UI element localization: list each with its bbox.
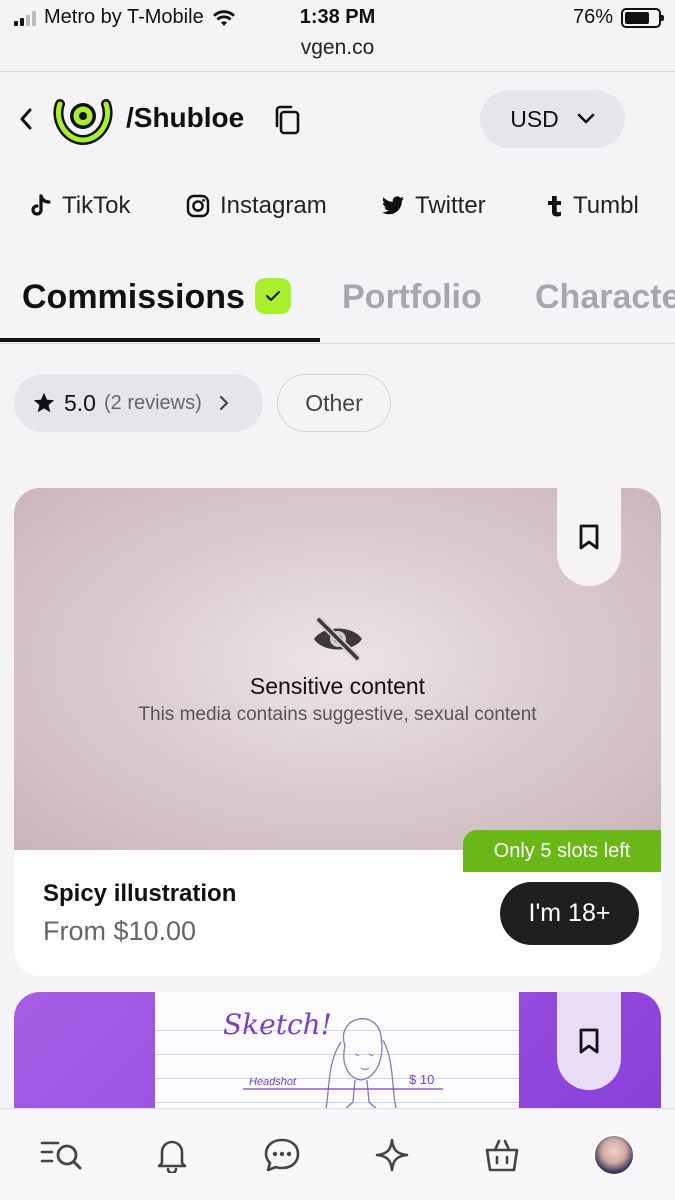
tab-portfolio[interactable]: Portfolio: [342, 278, 482, 317]
tab-label: Characte: [535, 278, 675, 316]
bookmark-icon: [579, 1028, 599, 1054]
slots-badge: Only 5 slots left: [463, 830, 661, 872]
social-label: TikTok: [62, 192, 131, 219]
nav-search-button[interactable]: [40, 1133, 84, 1177]
chat-icon: [264, 1138, 300, 1172]
vgen-logo[interactable]: [52, 94, 114, 146]
sparkle-icon: [375, 1138, 409, 1172]
bookmark-button[interactable]: [557, 992, 621, 1090]
age-confirm-button[interactable]: I'm 18+: [500, 882, 639, 945]
nav-discover-button[interactable]: [370, 1133, 414, 1177]
profile-header: /Shubloe USD: [0, 88, 675, 152]
bottom-navigation: [0, 1108, 675, 1200]
twitter-icon: [382, 196, 404, 215]
copy-icon[interactable]: [272, 104, 302, 136]
social-link-instagram[interactable]: Instagram: [186, 192, 327, 220]
social-link-tumblr[interactable]: Tumbl: [545, 192, 639, 220]
eye-off-icon: [313, 616, 362, 662]
nav-notifications-button[interactable]: [150, 1133, 194, 1177]
status-right: 76%: [572, 6, 664, 29]
sensitive-title: Sensitive content: [249, 673, 426, 699]
commission-title: Spicy illustration: [43, 880, 237, 907]
bell-icon: [157, 1140, 187, 1173]
commission-card[interactable]: Sensitive content This media contains su…: [14, 488, 661, 976]
profile-tabs: Commissions Portfolio Characte: [0, 270, 675, 344]
social-link-tiktok[interactable]: TikTok: [30, 192, 130, 220]
nav-messages-button[interactable]: [260, 1133, 304, 1177]
social-label: Instagram: [220, 192, 327, 219]
instagram-icon: [186, 194, 210, 218]
other-chip[interactable]: Other: [277, 374, 391, 432]
sketch-underline: [243, 1088, 443, 1090]
profile-avatar: [593, 1134, 635, 1176]
review-count: (2 reviews): [103, 391, 202, 414]
battery-percent: 76%: [572, 6, 613, 28]
bookmark-button[interactable]: [557, 488, 621, 586]
sensitive-description: This media contains suggestive, sexual c…: [138, 704, 537, 725]
sensitive-media-cover[interactable]: Sensitive content This media contains su…: [14, 488, 661, 850]
social-link-twitter[interactable]: Twitter: [381, 192, 486, 220]
chevron-down-icon: [577, 113, 595, 124]
chevron-right-icon: [219, 395, 228, 411]
star-icon: [33, 392, 55, 413]
rating-chip[interactable]: 5.0 (2 reviews): [14, 374, 263, 432]
bookmark-icon: [579, 524, 599, 550]
social-links: TikTok Instagram Twitter Tumbl: [0, 192, 675, 236]
tab-label: Commissions: [22, 278, 245, 316]
verified-check-icon: [254, 278, 291, 314]
tab-label: Portfolio: [342, 278, 482, 316]
social-label: Twitter: [415, 192, 486, 219]
nav-profile-button[interactable]: [592, 1133, 636, 1177]
currency-label: USD: [510, 105, 559, 132]
social-label: Tumbl: [573, 192, 639, 219]
tab-commissions[interactable]: Commissions: [22, 278, 291, 317]
nav-orders-button[interactable]: [480, 1133, 524, 1177]
url-bar[interactable]: vgen.co: [0, 36, 675, 60]
rating-value: 5.0: [64, 389, 96, 416]
commission-price: From $10.00: [43, 916, 197, 946]
tab-characters[interactable]: Characte: [535, 278, 675, 317]
status-bar: Metro by T-Mobile 1:38 PM vgen.co 76%: [0, 0, 675, 72]
search-list-icon: [40, 1141, 82, 1170]
battery-icon: [621, 7, 664, 28]
sensitive-notice: Sensitive content This media contains su…: [14, 616, 661, 726]
active-tab-indicator: [0, 338, 320, 342]
chip-label: Other: [305, 389, 363, 416]
tumblr-icon: [548, 196, 561, 217]
creator-handle: /Shubloe: [126, 102, 245, 133]
shopping-bag-icon: [485, 1139, 519, 1172]
chevron-left-icon: [20, 108, 32, 130]
back-button[interactable]: [14, 102, 38, 136]
tiktok-icon: [31, 194, 51, 216]
currency-selector[interactable]: USD: [480, 90, 625, 148]
